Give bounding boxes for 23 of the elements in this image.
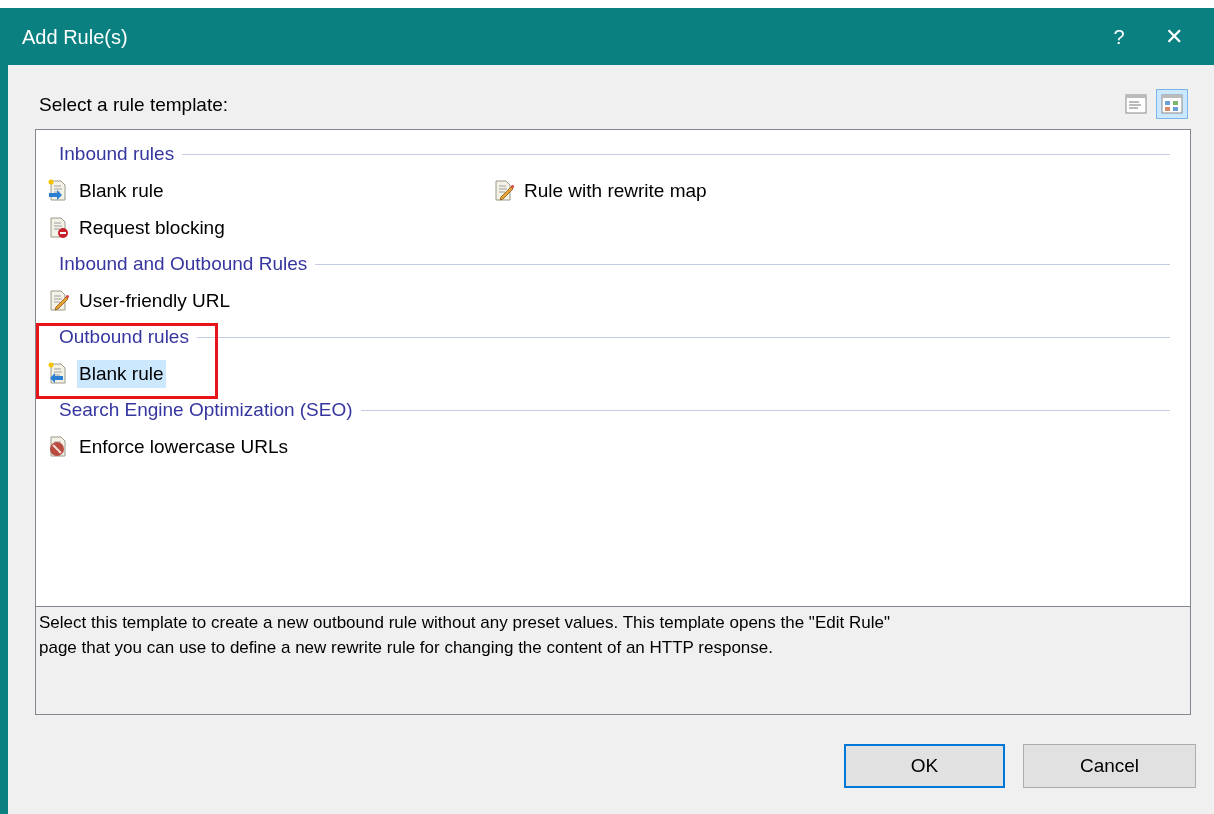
rule-template-item[interactable]: Rule with rewrite map [522, 176, 709, 205]
rule-template-item[interactable]: Blank rule [77, 176, 166, 205]
tiles-view-icon [1161, 94, 1183, 114]
help-button[interactable]: ? [1094, 16, 1144, 57]
description-text: Select this template to create a new outbound rule without any preset values. This template opens the "Edit Rule" page that you can use to define a new rewrite rule for changing the content of an HTTP response. [39, 612, 891, 659]
close-button[interactable]: ✕ [1144, 16, 1204, 57]
prompt-label: Select a rule template: [39, 92, 230, 117]
window-title: Add Rule(s) [22, 24, 129, 50]
dialog-button[interactable]: Cancel [1023, 744, 1196, 788]
group-header: Outbound rules [59, 324, 189, 349]
rule-template-item[interactable]: Request blocking [77, 213, 227, 242]
group-header: Inbound and Outbound Rules [59, 251, 308, 276]
view-toggle-button[interactable] [1156, 89, 1188, 119]
group-header: Search Engine Optimization (SEO) [59, 397, 353, 422]
list-view-icon [1125, 94, 1147, 114]
rule-template-item[interactable]: Enforce lowercase URLs [77, 432, 291, 461]
document-block-icon [47, 215, 71, 240]
group-header: Inbound rules [59, 141, 175, 166]
rule-template-item[interactable]: User-friendly URL [77, 286, 232, 315]
document-pencil-icon [47, 288, 71, 313]
rule-template-item[interactable]: Blank rule [77, 359, 166, 388]
dialog-button[interactable]: OK [844, 744, 1005, 788]
document-pencil-icon [492, 178, 516, 203]
